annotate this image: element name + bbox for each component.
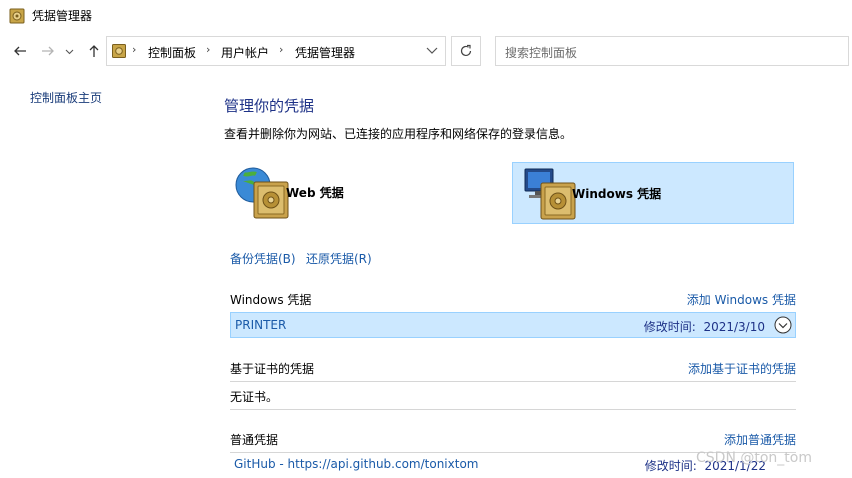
breadcrumb-control-panel[interactable]: 控制面板: [148, 44, 196, 61]
address-dropdown-icon[interactable]: [425, 43, 439, 57]
chevron-down-icon: [65, 49, 73, 54]
watermark: CSDN @ton_tom: [696, 450, 812, 466]
page-description: 查看并删除你为网站、已连接的应用程序和网络保存的登录信息。: [224, 127, 573, 141]
title-bar: 凭据管理器: [0, 0, 852, 32]
windows-credentials-label: Windows 凭据: [572, 187, 662, 201]
credential-modified: 修改时间: 2021/3/10: [643, 320, 765, 334]
windows-credentials-section-title: Windows 凭据: [230, 293, 312, 307]
section-divider: [230, 409, 796, 410]
backup-credentials-link[interactable]: 备份凭据(B): [230, 250, 296, 267]
windows-credentials-section-header: Windows 凭据 添加 Windows 凭据: [230, 291, 796, 313]
no-certificates-text: 无证书。: [230, 390, 279, 404]
breadcrumb-user-accounts[interactable]: 用户帐户: [221, 44, 269, 61]
add-generic-credential-link[interactable]: 添加普通凭据: [724, 431, 796, 448]
window-title: 凭据管理器: [32, 9, 93, 23]
add-certificate-credential-link[interactable]: 添加基于证书的凭据: [688, 360, 796, 377]
arrow-left-icon: [14, 46, 26, 56]
certificate-credentials-section-title: 基于证书的凭据: [230, 362, 315, 376]
windows-credential-vault-icon: [524, 168, 576, 220]
breadcrumb-separator: ›: [279, 43, 284, 56]
web-credentials-label: Web 凭据: [286, 186, 344, 200]
generic-credentials-section-title: 普通凭据: [230, 433, 279, 447]
refresh-icon: [460, 44, 472, 57]
expand-chevron-icon[interactable]: [774, 316, 792, 334]
breadcrumb-separator: ›: [206, 43, 211, 56]
windows-credentials-tile[interactable]: Windows 凭据: [512, 162, 794, 224]
section-divider: [230, 381, 796, 382]
arrow-up-icon: [89, 45, 99, 57]
up-button[interactable]: [84, 41, 104, 61]
navigation-bar: › 控制面板 › 用户帐户 › 凭据管理器 搜索控制面板: [0, 32, 852, 72]
web-credentials-tile[interactable]: Web 凭据: [226, 162, 476, 224]
breadcrumb-credential-manager[interactable]: 凭据管理器: [295, 44, 355, 61]
certificate-credentials-section-header: 基于证书的凭据 添加基于证书的凭据: [230, 360, 796, 382]
page-title: 管理你的凭据: [224, 97, 315, 115]
control-panel-icon: [112, 44, 126, 58]
control-panel-home-link[interactable]: 控制面板主页: [30, 89, 102, 106]
credential-name: PRINTER: [235, 318, 287, 332]
back-button[interactable]: [10, 41, 30, 61]
search-input[interactable]: 搜索控制面板: [495, 36, 849, 66]
breadcrumb-separator: ›: [132, 43, 137, 56]
credential-row-printer[interactable]: PRINTER 修改时间: 2021/3/10: [230, 312, 796, 338]
credential-name: GitHub - https://api.github.com/tonixtom: [234, 457, 479, 471]
recent-locations-button[interactable]: [62, 41, 76, 61]
web-credential-vault-icon: [235, 167, 289, 219]
add-windows-credential-link[interactable]: 添加 Windows 凭据: [687, 291, 796, 308]
refresh-button[interactable]: [451, 36, 481, 66]
arrow-right-icon: [42, 46, 54, 56]
restore-credentials-link[interactable]: 还原凭据(R): [306, 250, 372, 267]
forward-button[interactable]: [38, 41, 58, 61]
address-bar[interactable]: › 控制面板 › 用户帐户 › 凭据管理器: [106, 36, 446, 66]
credential-manager-icon: [9, 8, 25, 24]
